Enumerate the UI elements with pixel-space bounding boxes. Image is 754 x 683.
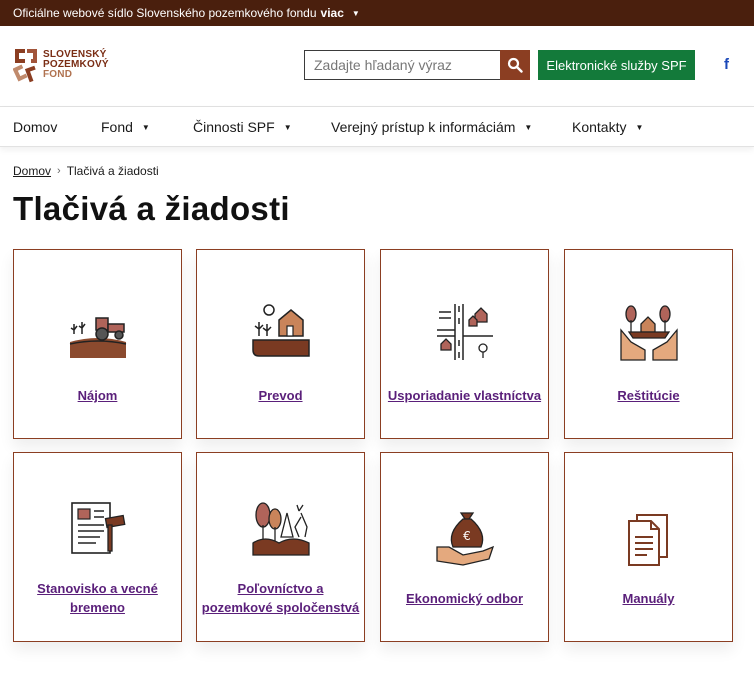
search-icon — [507, 57, 523, 73]
card-label: Poľovníctvo a pozemkové spoločenstvá — [201, 581, 360, 615]
nav-item-label: Domov — [13, 119, 58, 135]
card-label: Manuály — [622, 591, 675, 606]
logo-line-3: FOND — [43, 69, 73, 80]
nav-item-label: Kontakty — [572, 119, 627, 135]
card-label: Stanovisko a vecné bremeno — [37, 581, 158, 615]
documents-icon — [627, 514, 668, 566]
card-polovnictvo[interactable]: Poľovníctvo a pozemkové spoločenstvá — [196, 452, 365, 642]
card-ekonomicky-odbor[interactable]: € Ekonomický odbor — [380, 452, 549, 642]
card-manualy[interactable]: Manuály — [564, 452, 733, 642]
search-button[interactable] — [500, 50, 530, 80]
nav-item-fund[interactable]: Fond ▼ — [101, 119, 150, 135]
breadcrumb-current: Tlačivá a žiadosti — [66, 164, 159, 178]
facebook-icon[interactable]: f — [724, 56, 729, 73]
svg-text:€: € — [463, 529, 471, 543]
page-title: Tlačivá a žiadosti — [13, 190, 290, 227]
land-plot-map-icon — [436, 304, 493, 360]
card-label: Reštitúcie — [617, 388, 680, 403]
nav-item-label: Činnosti SPF — [193, 119, 275, 135]
spf-logo-icon — [13, 49, 37, 83]
chevron-right-icon: › — [57, 165, 61, 177]
caret-down-icon: ▼ — [141, 122, 150, 132]
caret-down-icon: ▼ — [635, 122, 644, 132]
caret-down-icon: ▼ — [283, 122, 292, 132]
nav-item-activities[interactable]: Činnosti SPF ▼ — [193, 119, 292, 135]
caret-down-icon: ▼ — [351, 8, 360, 18]
breadcrumb: Domov › Tlačivá a žiadosti — [13, 164, 159, 178]
official-site-text: Oficiálne webové sídlo Slovenského pozem… — [13, 6, 317, 20]
official-site-more[interactable]: viac — [321, 6, 344, 20]
search-input[interactable] — [304, 50, 500, 80]
main-nav: Domov Fond ▼ Činnosti SPF ▼ Verejný prís… — [0, 107, 754, 147]
card-label: Prevod — [258, 388, 303, 403]
electronic-services-button[interactable]: Elektronické služby SPF — [538, 50, 695, 80]
hand-money-bag-icon: € — [435, 512, 494, 566]
official-site-bar[interactable]: Oficiálne webové sídlo Slovenského pozem… — [0, 0, 754, 26]
nav-item-contacts[interactable]: Kontakty ▼ — [572, 119, 643, 135]
card-label: Nájom — [77, 388, 118, 403]
card-najom[interactable]: Nájom — [13, 249, 182, 439]
document-gavel-icon — [70, 502, 125, 554]
site-header: SLOVENSKÝ POZEMKOVÝ FOND Elektronické sl… — [0, 26, 754, 107]
card-label: Usporiadanie vlastníctva — [387, 388, 542, 403]
site-logo[interactable]: SLOVENSKÝ POZEMKOVÝ FOND — [13, 47, 109, 83]
breadcrumb-home[interactable]: Domov — [13, 164, 51, 178]
card-usporiadanie[interactable]: Usporiadanie vlastníctva — [380, 249, 549, 439]
tractor-field-icon — [69, 317, 126, 358]
card-label: Ekonomický odbor — [405, 591, 524, 606]
nav-item-public-access[interactable]: Verejný prístup k informáciám ▼ — [331, 119, 532, 135]
nav-item-home[interactable]: Domov — [13, 119, 57, 135]
card-prevod[interactable]: Prevod — [196, 249, 365, 439]
house-field-icon — [251, 304, 310, 357]
hands-house-icon — [619, 305, 678, 361]
forest-deer-icon — [251, 502, 310, 556]
nav-item-label: Verejný prístup k informáciám — [331, 119, 516, 135]
card-restitucie[interactable]: Reštitúcie — [564, 249, 733, 439]
nav-item-label: Fond — [101, 119, 133, 135]
caret-down-icon: ▼ — [524, 122, 533, 132]
card-stanovisko[interactable]: Stanovisko a vecné bremeno — [13, 452, 182, 642]
